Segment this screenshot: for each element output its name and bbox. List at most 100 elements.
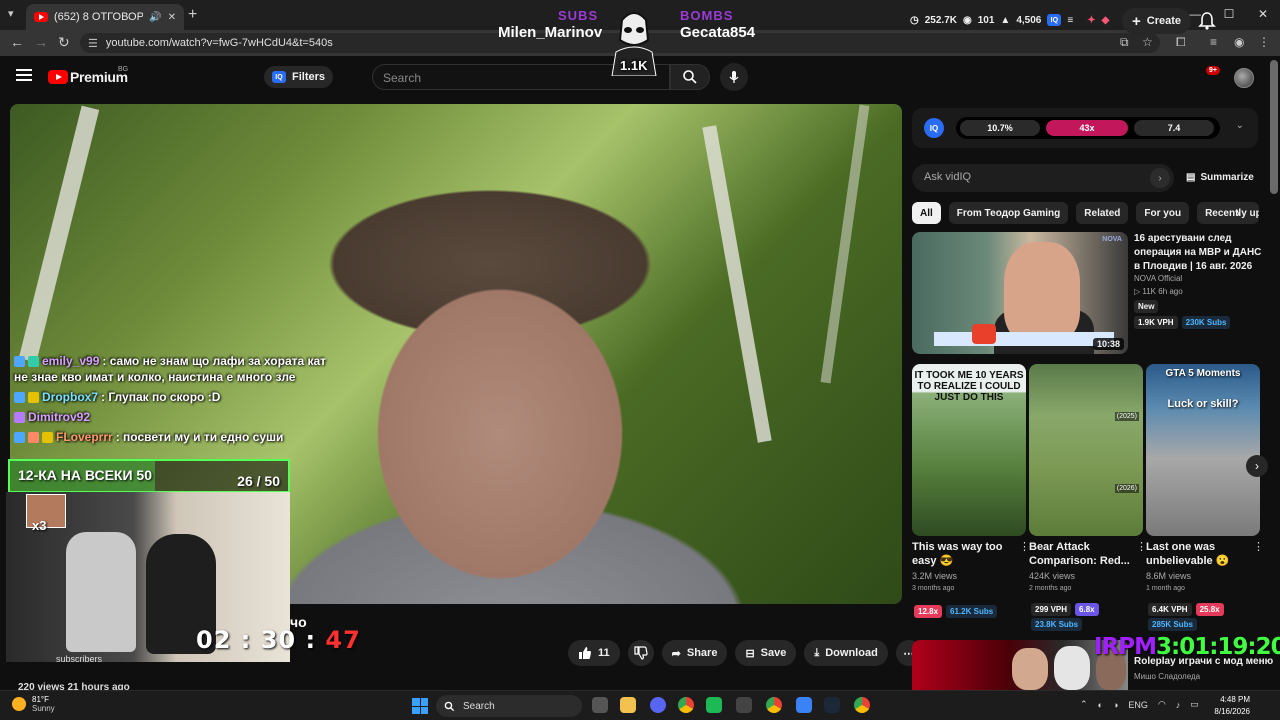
rec-channel[interactable]: NOVA Official xyxy=(1134,274,1182,283)
back-icon[interactable]: ← xyxy=(10,34,24,50)
taskbar-search[interactable]: Search xyxy=(436,695,582,717)
extensions-icon[interactable]: ⧠ xyxy=(1176,35,1186,50)
chat-message: FLoveprrr : посвети му и ти едно суши xyxy=(14,430,374,445)
share-button[interactable]: ➦ Share xyxy=(661,640,728,666)
taskbar-clock[interactable]: 4:48 PM 8/16/2026 xyxy=(1206,694,1250,718)
chrome-icon[interactable] xyxy=(766,697,782,713)
chat-text: : само не знам що лафи за хората кат xyxy=(102,354,327,368)
outlier-badge: 12.8x xyxy=(914,605,943,618)
menu-dots-icon[interactable]: ⋮ xyxy=(1258,35,1270,49)
taskbar: 81°F Sunny Search ⌃ ◐ ◑ ENG ◠ ♪ ▭ 4:48 P… xyxy=(0,690,1280,720)
file-explorer-icon[interactable] xyxy=(620,697,636,713)
subs-badge: 61.2K Subs xyxy=(946,605,998,618)
download-button[interactable]: ⤓ Download xyxy=(804,640,888,666)
like-button[interactable]: 11 xyxy=(568,640,620,666)
kebab-menu-icon[interactable]: ⋮ xyxy=(1253,540,1264,553)
reading-list-icon[interactable]: ≡ xyxy=(1210,35,1217,49)
chat-message: Dimitrov92 xyxy=(14,410,374,425)
chrome-icon[interactable] xyxy=(854,697,870,713)
create-button[interactable]: + Create xyxy=(1122,8,1192,34)
profile-icon[interactable]: ◉ xyxy=(1234,35,1244,49)
chevron-right-icon[interactable]: › xyxy=(1236,206,1240,220)
filters-button[interactable]: IQ Filters xyxy=(264,66,334,88)
rec-thumbnail[interactable]: NOVA 10:38 xyxy=(912,232,1128,354)
badge-icon xyxy=(14,432,25,443)
chevron-right-icon[interactable]: › xyxy=(1150,168,1170,188)
close-window-button[interactable]: ✕ xyxy=(1246,0,1280,28)
tray-app-icon[interactable]: ◐ xyxy=(1098,700,1103,710)
summarize-button[interactable]: ▤ Summarize xyxy=(1186,172,1254,183)
vidiq-logo-icon: IQ xyxy=(924,118,944,138)
trophy-icon[interactable]: ✦ xyxy=(1087,15,1095,26)
avatar[interactable] xyxy=(1234,68,1254,88)
bookmark-star-icon[interactable]: ☆ xyxy=(1142,35,1153,49)
chevron-right-icon[interactable]: › xyxy=(1246,455,1268,477)
chat-text: : посвети му и ти едно суши xyxy=(115,430,284,444)
forward-icon[interactable]: → xyxy=(34,34,48,50)
short-title[interactable]: Last one was unbelievable 😮 xyxy=(1146,540,1256,568)
dislike-button[interactable] xyxy=(627,640,654,666)
save-icon: ⊟ xyxy=(745,647,755,660)
reload-icon[interactable]: ↻ xyxy=(58,34,70,51)
save-label: Save xyxy=(760,647,787,659)
subs-badge: 285K Subs xyxy=(1148,618,1197,631)
chip-all[interactable]: All xyxy=(912,202,941,224)
chevron-up-icon[interactable]: ⌃ xyxy=(1080,699,1088,710)
tree-trunk xyxy=(702,125,772,443)
wifi-icon[interactable]: ◠ xyxy=(1158,699,1166,710)
cast-icon[interactable]: ⧉ xyxy=(1120,35,1129,50)
short-thumbnail[interactable]: IT TOOK ME 10 YEARS TO REALIZE I COULD J… xyxy=(912,364,1026,536)
volume-icon[interactable]: ♪ xyxy=(1176,700,1181,710)
chip-related[interactable]: Related xyxy=(1076,202,1129,224)
chevron-down-icon[interactable]: ⌄ xyxy=(1236,120,1244,131)
weather-widget[interactable]: 81°F Sunny xyxy=(12,695,55,713)
short-title[interactable]: This was way too easy 😎 xyxy=(912,540,1022,568)
battery-icon[interactable]: ▭ xyxy=(1190,699,1199,710)
app-icon[interactable] xyxy=(736,697,752,713)
rec-title[interactable]: 16 арестувани след операция на МВР и ДАН… xyxy=(1134,232,1262,274)
alert-icon[interactable]: ◆ xyxy=(1102,15,1110,26)
short-title[interactable]: Bear Attack Comparison: Red... xyxy=(1029,540,1139,568)
badge-icon xyxy=(14,356,25,367)
scrollbar[interactable] xyxy=(1270,60,1278,194)
short-thumbnail[interactable]: GTA 5 Moments Luck or skill? xyxy=(1146,364,1260,536)
site-info-icon[interactable]: ☰ xyxy=(88,37,98,50)
vidiq-icon[interactable]: IQ xyxy=(1047,14,1062,26)
notification-badge: 9+ xyxy=(1206,66,1220,75)
tray-app-icon[interactable]: ◑ xyxy=(1113,700,1118,710)
metric-outlier[interactable]: 43x xyxy=(1046,120,1128,136)
vph-badge: 299 VPH xyxy=(1031,603,1072,616)
short-thumbnail[interactable]: (2025) (2026) xyxy=(1029,364,1143,536)
youtube-logo-icon[interactable] xyxy=(48,70,68,84)
ask-vidiq-input[interactable]: Ask vidIQ xyxy=(912,164,1174,192)
list-icon[interactable]: ≡ xyxy=(1067,15,1073,26)
language-indicator[interactable]: ENG xyxy=(1128,700,1148,710)
steam-icon[interactable] xyxy=(824,697,840,713)
app-icon[interactable] xyxy=(796,697,812,713)
task-view-icon[interactable] xyxy=(592,697,608,713)
chip-from-channel[interactable]: From Теодор Gaming xyxy=(948,202,1069,224)
bell-icon[interactable] xyxy=(1196,10,1218,32)
chat-username: Dimitrov92 xyxy=(28,410,91,424)
windows-start-icon[interactable] xyxy=(412,698,428,714)
speaker-icon[interactable]: 🔊 xyxy=(149,12,161,23)
tab-search-icon[interactable]: ▾ xyxy=(8,7,14,20)
save-button[interactable]: ⊟ Save xyxy=(735,640,797,666)
rec-channel[interactable]: Мишо Сладоледа xyxy=(1134,672,1200,681)
chip-for-you[interactable]: For you xyxy=(1136,202,1190,224)
chair-shape xyxy=(66,532,136,652)
new-tab-button[interactable]: + xyxy=(188,6,197,24)
close-tab-icon[interactable]: ✕ xyxy=(168,12,176,23)
short-date: 3 months ago xyxy=(912,585,955,592)
chip-recently-uploaded[interactable]: Recently upl xyxy=(1197,202,1260,224)
metric-score[interactable]: 7.4 xyxy=(1134,120,1214,136)
browser-tab[interactable]: (652) 8 ОТГОВОР НА КОМ 🔊 ✕ xyxy=(26,4,184,30)
audio-app-icon[interactable] xyxy=(706,697,722,713)
chat-message: не знае кво имат и колко, наистина е мно… xyxy=(14,370,374,385)
metric-engagement[interactable]: 10.7% xyxy=(960,120,1040,136)
thumbs-down-icon xyxy=(634,646,648,660)
menu-icon[interactable] xyxy=(16,69,32,81)
stream-overlay-top: SUBS BOMBS Milen_Marinov Gecata854 1.1K xyxy=(490,4,770,76)
discord-icon[interactable] xyxy=(650,697,666,713)
chrome-icon[interactable] xyxy=(678,697,694,713)
